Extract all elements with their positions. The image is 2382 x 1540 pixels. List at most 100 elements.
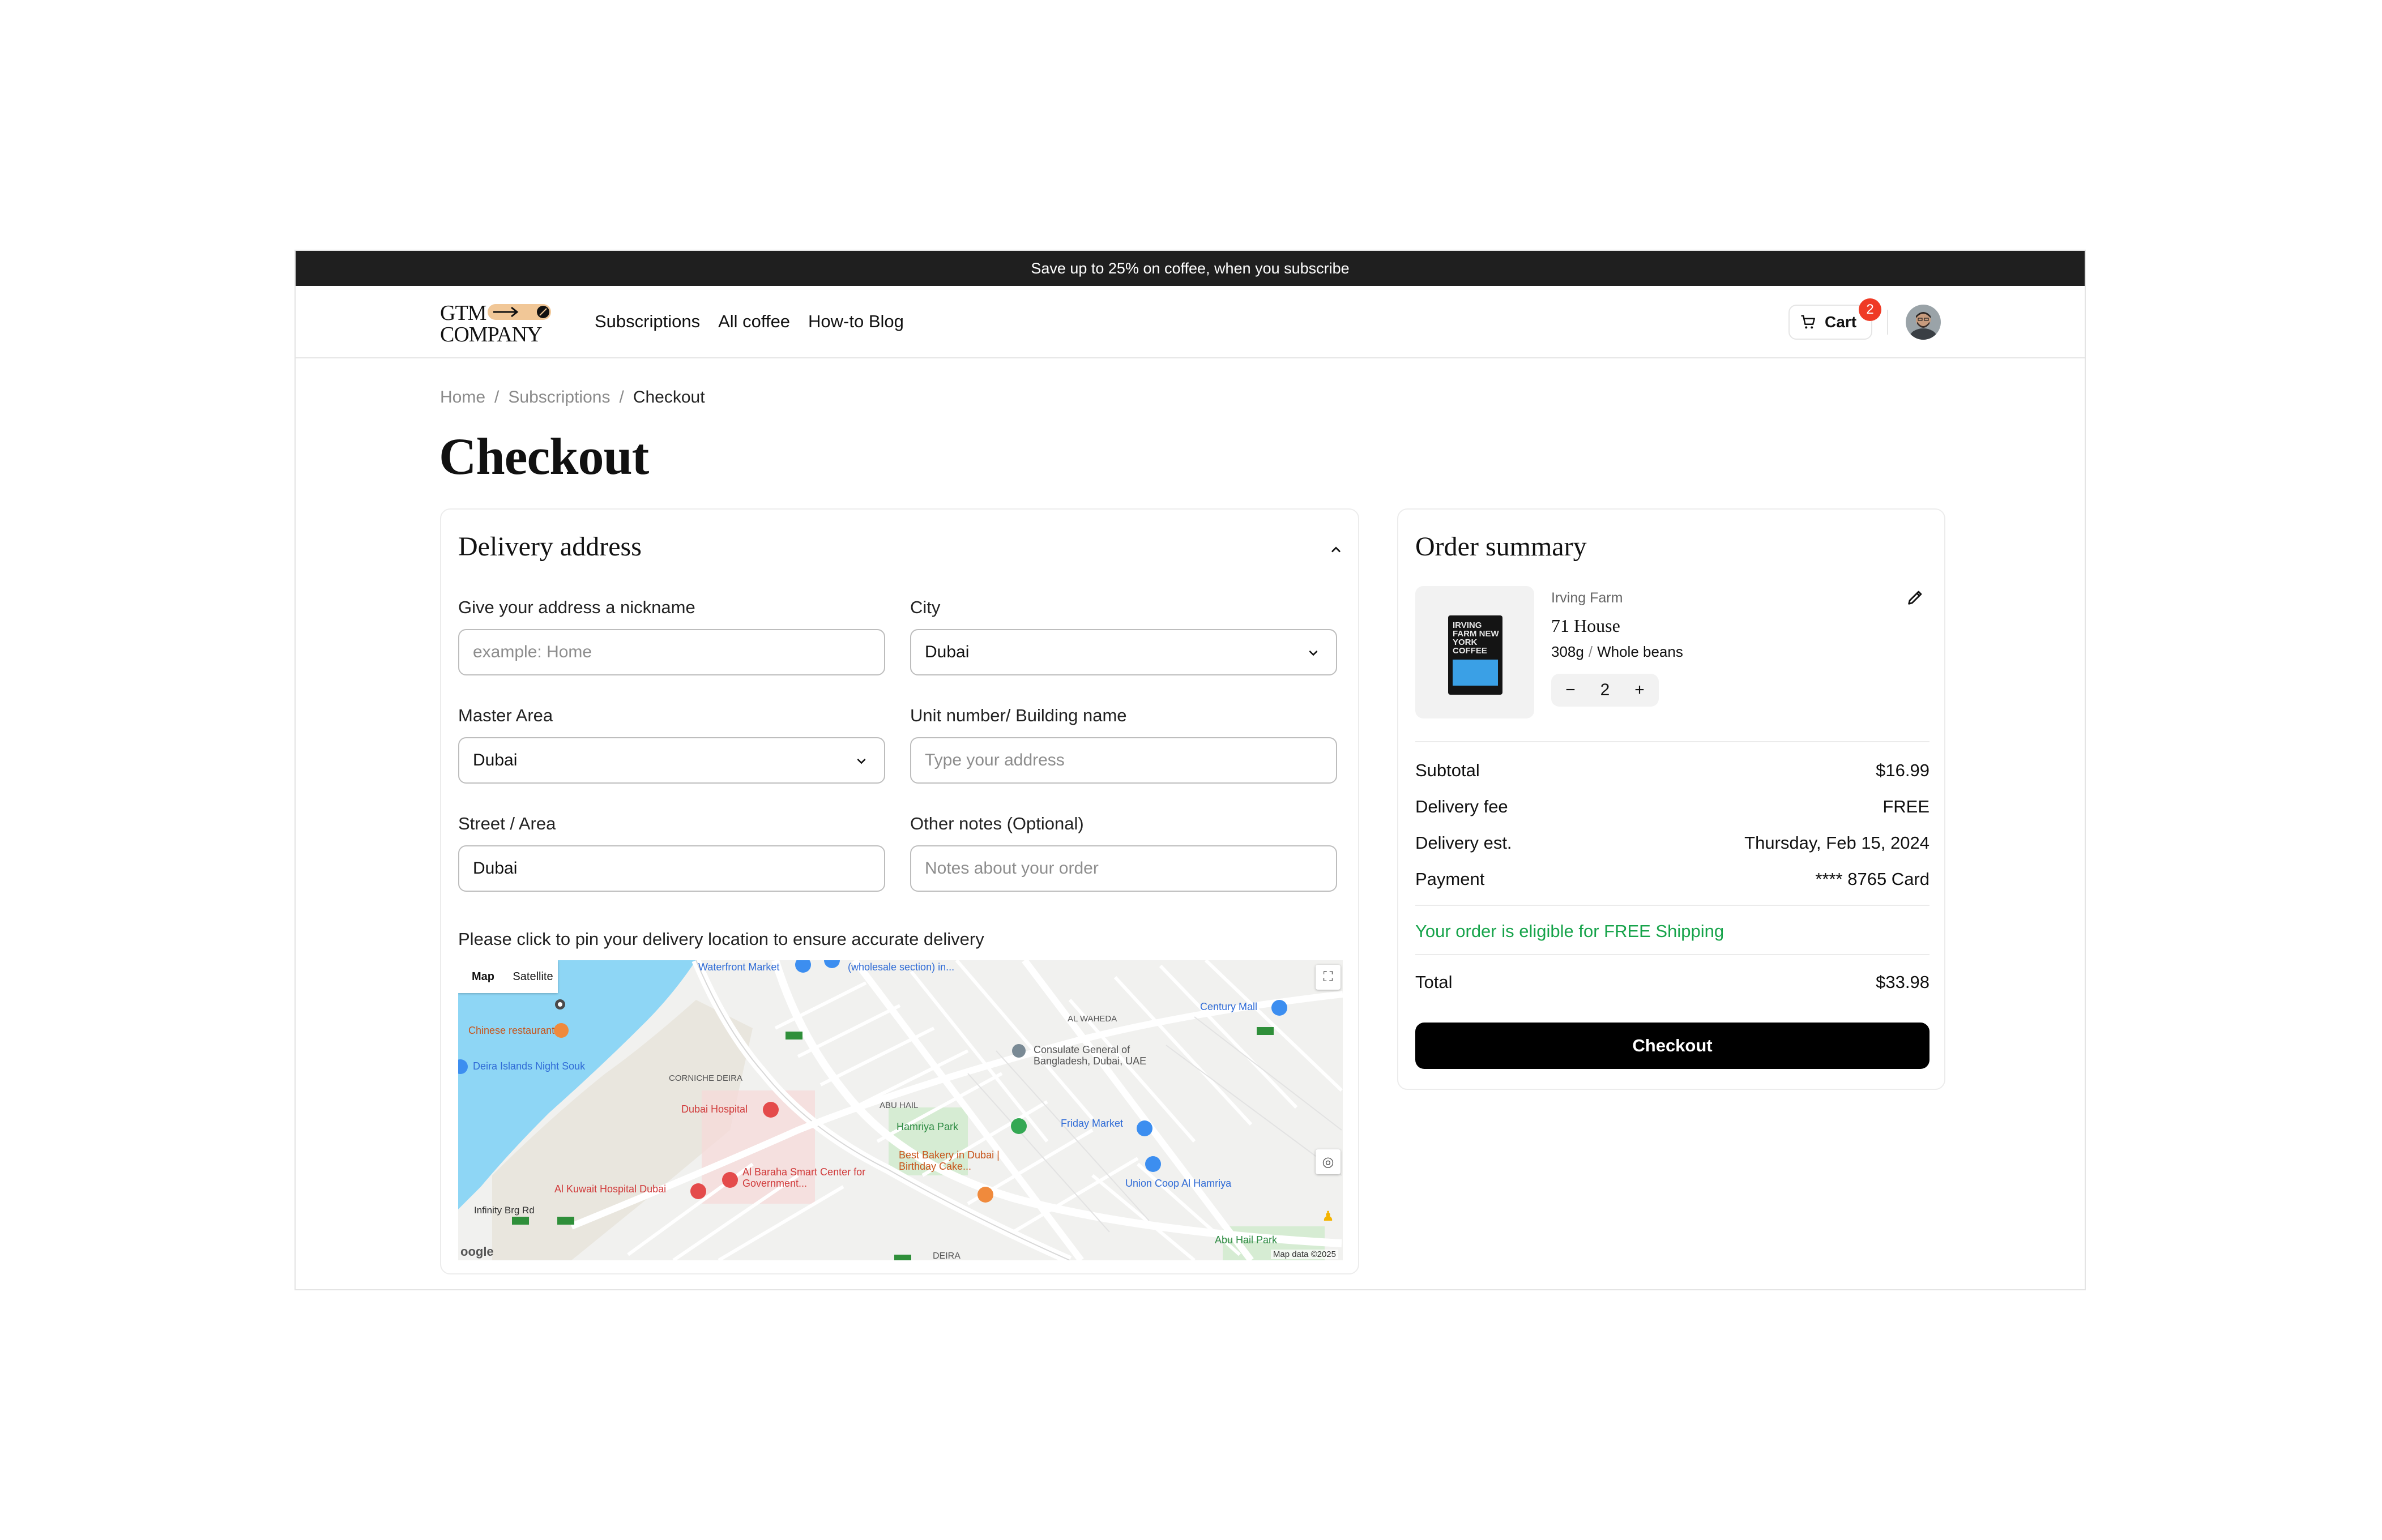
map-label: Al Baraha Smart Center for Government...	[742, 1166, 866, 1189]
map-label: Al Kuwait Hospital Dubai	[554, 1183, 667, 1195]
pin-instruction: Please click to pin your delivery locati…	[458, 929, 984, 949]
nickname-label: Give your address a nickname	[458, 597, 695, 617]
product-brand: Irving Farm	[1551, 590, 1623, 606]
brand-logo[interactable]: GTM COMPANY	[440, 301, 553, 346]
quantity-value: 2	[1600, 681, 1610, 699]
map-label: Dubai Hospital	[681, 1103, 748, 1115]
map-label: Union Coop Al Hamriya	[1125, 1178, 1232, 1189]
map-label: Abu Hail Park	[1215, 1234, 1278, 1246]
promo-text: Save up to 25% on coffee, when you subsc…	[1031, 259, 1350, 277]
master-area-value: Dubai	[473, 751, 518, 769]
map-label: Waterfront Market	[698, 961, 780, 973]
map-label: Friday Market	[1061, 1118, 1124, 1129]
checkout-button[interactable]: Checkout	[1415, 1023, 1929, 1069]
map-label: DEIRA	[933, 1251, 961, 1260]
map-label: Infinity Brg Rd	[474, 1205, 535, 1216]
nav-all-coffee[interactable]: All coffee	[718, 311, 790, 332]
user-avatar[interactable]	[1906, 305, 1941, 340]
nickname-input[interactable]: example: Home	[458, 629, 885, 675]
coffee-bag-image: IRVING FARM NEW YORK COFFEE	[1448, 615, 1502, 695]
product-grind: Whole beans	[1597, 643, 1683, 660]
subtotal-label: Subtotal	[1415, 760, 1480, 780]
nav-divider	[1887, 310, 1888, 335]
order-summary-card: Order summary IRVING FARM NEW YORK COFFE…	[1397, 508, 1945, 1090]
delivery-map[interactable]: Map Satellite ⛶ ◎ ♟ Waterfront Market (w…	[458, 960, 1343, 1260]
cart-label: Cart	[1825, 313, 1857, 331]
map-label: Deira Islands Night Souk	[473, 1060, 586, 1072]
breadcrumb-separator: /	[619, 388, 624, 407]
page-title: Checkout	[439, 427, 649, 485]
map-tab-map[interactable]: Map	[458, 970, 508, 983]
total-label: Total	[1415, 972, 1453, 992]
unit-input[interactable]: Type your address	[910, 737, 1337, 784]
location-target-icon[interactable]: ◎	[1316, 1149, 1341, 1174]
payment-label: Payment	[1415, 869, 1485, 889]
divider	[1415, 905, 1929, 906]
map-label: (wholesale section) in...	[848, 961, 955, 973]
google-logo: oogle	[460, 1244, 494, 1259]
city-label: City	[910, 597, 941, 617]
subtotal-value: $16.99	[1876, 760, 1929, 780]
delivery-est-row: Delivery est. Thursday, Feb 15, 2024	[1415, 833, 1929, 853]
quantity-stepper: − 2 +	[1551, 674, 1659, 707]
pencil-edit-icon[interactable]	[1906, 588, 1925, 607]
notes-input[interactable]: Notes about your order	[910, 845, 1337, 892]
increment-button[interactable]: +	[1628, 681, 1651, 700]
breadcrumb-checkout: Checkout	[633, 388, 705, 407]
map-tab-satellite[interactable]: Satellite	[508, 970, 558, 983]
subtotal-row: Subtotal $16.99	[1415, 760, 1929, 781]
notes-label: Other notes (Optional)	[910, 814, 1084, 833]
street-value: Dubai	[473, 859, 518, 878]
breadcrumb-home[interactable]: Home	[440, 388, 485, 407]
city-value: Dubai	[925, 643, 970, 661]
street-input[interactable]: Dubai	[458, 845, 885, 892]
delivery-fee-value: FREE	[1882, 797, 1929, 816]
main-nav: Subscriptions All coffee How-to Blog	[595, 311, 904, 332]
cart-icon	[1801, 315, 1815, 329]
product-meta: 308g / Whole beans	[1551, 643, 1683, 660]
delivery-fee-row: Delivery fee FREE	[1415, 797, 1929, 817]
map-label: ABU HAIL	[880, 1101, 919, 1110]
logo-line2: COMPANY	[440, 323, 543, 346]
nav-subscriptions[interactable]: Subscriptions	[595, 311, 700, 332]
delivery-est-value: Thursday, Feb 15, 2024	[1744, 833, 1929, 853]
promo-banner: Save up to 25% on coffee, when you subsc…	[296, 251, 2085, 286]
divider	[1415, 741, 1929, 742]
map-credit: Map data ©2025	[1270, 1250, 1338, 1259]
unit-label: Unit number/ Building name	[910, 705, 1127, 725]
breadcrumb: Home / Subscriptions / Checkout	[440, 388, 705, 407]
delivery-address-card: Delivery address Give your address a nic…	[440, 508, 1359, 1274]
nav-how-to-blog[interactable]: How-to Blog	[808, 311, 904, 332]
map-label: Century Mall	[1200, 1001, 1258, 1012]
chevron-down-icon	[1309, 651, 1318, 656]
collapse-chevron-up-icon[interactable]	[1327, 541, 1344, 558]
breadcrumb-separator: /	[494, 388, 500, 407]
product-weight: 308g	[1551, 643, 1584, 660]
map-label: Hamriya Park	[897, 1121, 959, 1132]
free-shipping-notice: Your order is eligible for FREE Shipping	[1415, 921, 1724, 941]
product-image: IRVING FARM NEW YORK COFFEE	[1415, 586, 1534, 718]
map-label: Best Bakery in Dubai | Birthday Cake...	[899, 1149, 1000, 1172]
chevron-down-icon	[857, 759, 866, 764]
payment-row: Payment **** 8765 Card	[1415, 869, 1929, 889]
product-name: 71 House	[1551, 615, 1620, 636]
map-label: Consulate General of Bangladesh, Dubai, …	[1034, 1044, 1147, 1067]
master-area-label: Master Area	[458, 705, 553, 725]
cart-count-badge: 2	[1859, 298, 1881, 321]
total-value: $33.98	[1876, 972, 1929, 992]
bag-label: IRVING FARM NEW YORK COFFEE	[1453, 621, 1499, 656]
delivery-title: Delivery address	[458, 532, 642, 562]
navbar: GTM COMPANY Subscriptions All coffee How…	[296, 286, 2085, 358]
decrement-button[interactable]: −	[1559, 681, 1582, 700]
fullscreen-icon[interactable]: ⛶	[1316, 965, 1341, 990]
street-label: Street / Area	[458, 814, 556, 833]
master-area-select[interactable]: Dubai	[458, 737, 885, 784]
breadcrumb-subscriptions[interactable]: Subscriptions	[508, 388, 610, 407]
pegman-icon[interactable]: ♟	[1316, 1204, 1341, 1229]
city-select[interactable]: Dubai	[910, 629, 1337, 675]
logo-arrow-icon	[488, 304, 551, 320]
map-label: CORNICHE DEIRA	[669, 1073, 743, 1083]
summary-title: Order summary	[1415, 532, 1587, 562]
total-row: Total $33.98	[1415, 972, 1929, 993]
delivery-est-label: Delivery est.	[1415, 833, 1512, 853]
